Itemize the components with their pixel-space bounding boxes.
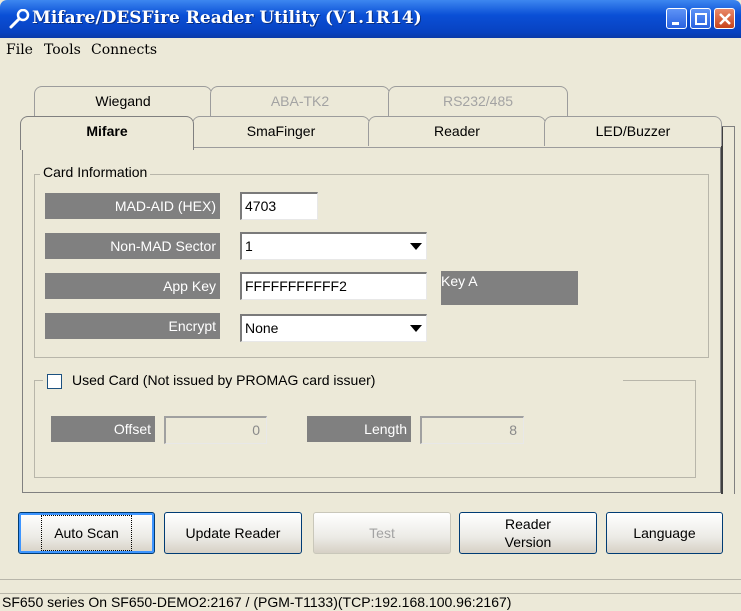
tab-rs232-485[interactable]: RS232/485 xyxy=(388,86,568,116)
close-button[interactable] xyxy=(714,8,735,29)
chevron-down-icon xyxy=(410,325,422,332)
minimize-icon xyxy=(672,22,679,25)
mad-aid-input[interactable]: 4703 xyxy=(240,192,318,220)
non-mad-sector-dropdown-button[interactable] xyxy=(406,234,426,258)
encrypt-select[interactable]: None xyxy=(240,314,427,342)
auto-scan-label: Auto Scan xyxy=(41,515,132,551)
non-mad-sector-label: Non-MAD Sector xyxy=(45,233,220,259)
mad-aid-label: MAD-AID (HEX) xyxy=(45,193,220,219)
back-panel-edge xyxy=(721,126,735,494)
encrypt-dropdown-button[interactable] xyxy=(406,316,426,340)
window-title: Mifare/DESFire Reader Utility (V1.1R14) xyxy=(32,8,422,28)
maximize-button[interactable] xyxy=(690,8,711,29)
test-button[interactable]: Test xyxy=(313,512,451,554)
language-button[interactable]: Language xyxy=(606,512,723,554)
non-mad-sector-value: 1 xyxy=(245,238,253,254)
tab-mifare[interactable]: Mifare xyxy=(20,116,194,150)
offset-input[interactable]: 0 xyxy=(164,416,267,444)
app-key-label: App Key xyxy=(45,273,220,299)
tab-wiegand[interactable]: Wiegand xyxy=(34,86,212,116)
used-card-label[interactable]: Used Card (Not issued by PROMAG card iss… xyxy=(72,372,375,388)
encrypt-value: None xyxy=(245,320,279,336)
length-input[interactable]: 8 xyxy=(420,416,524,444)
close-icon xyxy=(719,13,731,25)
status-separator xyxy=(0,579,741,580)
status-bar: SF650 series On SF650-DEMO2:2167 / (PGM-… xyxy=(0,593,741,611)
menu-bar: File Tools Connects xyxy=(0,38,741,66)
tab-smafinger[interactable]: SmaFinger xyxy=(192,116,370,146)
maximize-icon xyxy=(695,13,707,25)
app-key-input[interactable]: FFFFFFFFFFF2 xyxy=(240,272,427,300)
tab-reader[interactable]: Reader xyxy=(368,116,546,146)
auto-scan-button[interactable]: Auto Scan xyxy=(18,512,155,554)
encrypt-label: Encrypt xyxy=(45,313,220,339)
reader-version-button[interactable]: Reader Version xyxy=(459,512,597,554)
reader-version-line1: Reader xyxy=(505,516,551,532)
chevron-down-icon xyxy=(410,243,422,250)
key-a-label: Key A xyxy=(441,273,478,289)
wrench-icon xyxy=(9,9,30,29)
reader-version-line2: Version xyxy=(504,534,552,550)
tab-led-buzzer[interactable]: LED/Buzzer xyxy=(544,116,722,146)
length-label: Length xyxy=(307,416,411,442)
tab-aba-tk2[interactable]: ABA-TK2 xyxy=(210,86,390,116)
update-reader-button[interactable]: Update Reader xyxy=(164,512,302,554)
menu-connects[interactable]: Connects xyxy=(91,42,157,58)
menu-file[interactable]: File xyxy=(6,42,33,58)
card-information-legend: Card Information xyxy=(40,164,151,180)
key-a-box: Key A xyxy=(441,271,578,305)
used-card-checkbox[interactable] xyxy=(47,374,62,389)
minimize-button[interactable] xyxy=(666,8,687,29)
non-mad-sector-select[interactable]: 1 xyxy=(240,232,427,260)
menu-tools[interactable]: Tools xyxy=(44,42,81,58)
mifare-panel: Card Information MAD-AID (HEX) 4703 Non-… xyxy=(22,147,721,493)
offset-label: Offset xyxy=(51,416,155,442)
